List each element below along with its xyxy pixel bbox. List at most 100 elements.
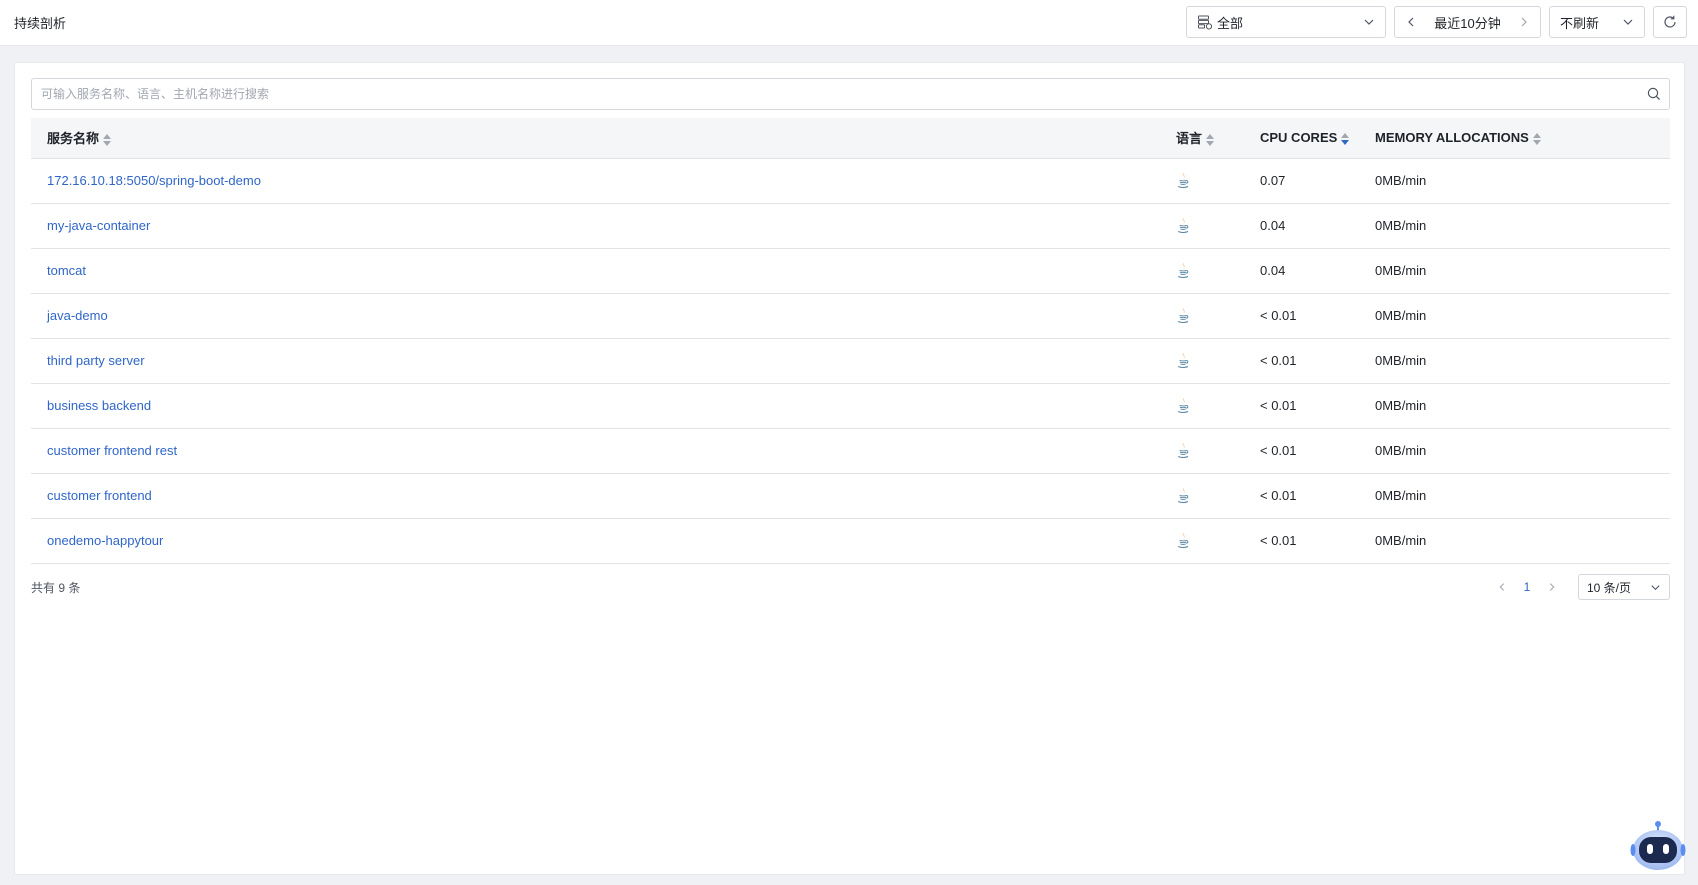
sort-icon[interactable] (103, 133, 112, 146)
auto-refresh-value: 不刷新 (1560, 15, 1600, 31)
pagination: 1 10 条/页 (1490, 574, 1670, 600)
next-page-button[interactable] (1540, 575, 1564, 599)
service-name-cell: customer frontend (31, 473, 1160, 519)
cpu-cores-cell: < 0.01 (1244, 428, 1359, 474)
cpu-cores-cell: < 0.01 (1244, 473, 1359, 519)
service-link[interactable]: java-demo (47, 308, 108, 323)
time-range-value: 最近10分钟 (1434, 15, 1501, 31)
auto-refresh-select[interactable]: 不刷新 (1549, 6, 1645, 38)
search-icon[interactable] (1639, 87, 1669, 101)
service-link[interactable]: business backend (47, 398, 151, 413)
table-row: java-demo < 0.01 0MB/min (31, 293, 1670, 339)
cpu-cores-cell: 0.04 (1244, 203, 1359, 249)
service-name-cell: tomcat (31, 248, 1160, 294)
table-row: my-java-container 0.04 0MB/min (31, 203, 1670, 249)
cpu-cores-cell: 0.04 (1244, 248, 1359, 294)
table-row: third party server < 0.01 0MB/min (31, 338, 1670, 384)
memory-allocations-cell: 0MB/min (1359, 473, 1670, 519)
language-cell (1160, 203, 1244, 249)
page-size-value: 10 条/页 (1587, 580, 1632, 595)
robot-assistant-icon[interactable] (1630, 818, 1686, 874)
table-row: customer frontend rest < 0.01 0MB/min (31, 428, 1670, 474)
prev-page-button[interactable] (1490, 575, 1514, 599)
service-link[interactable]: customer frontend (47, 488, 152, 503)
service-table: 服务名称 语言 CPU CORES MEMORY ALLOCATIONS 172… (31, 118, 1670, 564)
table-header-row: 服务名称 语言 CPU CORES MEMORY ALLOCATIONS (31, 118, 1670, 159)
java-icon (1177, 172, 1189, 188)
service-link[interactable]: onedemo-happytour (47, 533, 163, 548)
cpu-cores-cell: < 0.01 (1244, 293, 1359, 339)
sort-desc-icon[interactable] (1341, 132, 1350, 145)
service-link[interactable]: tomcat (47, 263, 86, 278)
cpu-cores-cell: 0.07 (1244, 158, 1359, 204)
service-name-cell: my-java-container (31, 203, 1160, 249)
time-range-picker[interactable]: 最近10分钟 (1394, 6, 1541, 38)
memory-allocations-cell: 0MB/min (1359, 158, 1670, 204)
service-link[interactable]: customer frontend rest (47, 443, 177, 458)
language-cell (1160, 383, 1244, 429)
java-icon (1177, 397, 1189, 413)
environment-select[interactable]: 全部 (1186, 6, 1386, 38)
database-icon (1198, 15, 1213, 30)
service-name-cell: business backend (31, 383, 1160, 429)
environment-select-value: 全部 (1217, 15, 1244, 31)
memory-allocations-cell: 0MB/min (1359, 428, 1670, 474)
language-cell (1160, 248, 1244, 294)
column-header-memory-allocations[interactable]: MEMORY ALLOCATIONS (1359, 118, 1670, 159)
language-cell (1160, 473, 1244, 519)
service-link[interactable]: my-java-container (47, 218, 150, 233)
cpu-cores-cell: < 0.01 (1244, 338, 1359, 384)
service-name-cell: java-demo (31, 293, 1160, 339)
chevron-down-icon (1651, 584, 1660, 590)
language-cell (1160, 518, 1244, 564)
table-row: business backend < 0.01 0MB/min (31, 383, 1670, 429)
memory-allocations-cell: 0MB/min (1359, 518, 1670, 564)
service-link[interactable]: third party server (47, 353, 145, 368)
memory-allocations-cell: 0MB/min (1359, 248, 1670, 294)
chevron-left-icon[interactable] (1405, 16, 1417, 28)
chevron-right-icon[interactable] (1518, 16, 1530, 28)
service-link[interactable]: 172.16.10.18:5050/spring-boot-demo (47, 173, 261, 188)
service-name-cell: onedemo-happytour (31, 518, 1160, 564)
sort-icon[interactable] (1532, 132, 1541, 145)
memory-allocations-cell: 0MB/min (1359, 338, 1670, 384)
cpu-cores-cell: < 0.01 (1244, 383, 1359, 429)
column-header-service-name[interactable]: 服务名称 (31, 118, 1160, 159)
table-footer: 共有 9 条 1 10 条/页 (31, 573, 1670, 601)
page-number-current[interactable]: 1 (1514, 580, 1540, 594)
java-icon (1177, 487, 1189, 503)
service-name-cell: 172.16.10.18:5050/spring-boot-demo (31, 158, 1160, 204)
java-icon (1177, 307, 1189, 323)
java-icon (1177, 217, 1189, 233)
language-cell (1160, 338, 1244, 384)
java-icon (1177, 532, 1189, 548)
table-row: tomcat 0.04 0MB/min (31, 248, 1670, 294)
table-row: 172.16.10.18:5050/spring-boot-demo 0.07 0M… (31, 158, 1670, 204)
column-header-language[interactable]: 语言 (1160, 118, 1244, 159)
chevron-down-icon (1623, 19, 1633, 25)
language-cell (1160, 428, 1244, 474)
table-row: customer frontend < 0.01 0MB/min (31, 473, 1670, 519)
service-name-cell: customer frontend rest (31, 428, 1160, 474)
cpu-cores-cell: < 0.01 (1244, 518, 1359, 564)
refresh-icon (1664, 15, 1676, 28)
total-count: 共有 9 条 (31, 580, 81, 595)
chevron-left-icon (1499, 583, 1505, 591)
chevron-down-icon (1364, 19, 1374, 25)
search-input[interactable] (32, 79, 1639, 109)
refresh-button[interactable] (1653, 6, 1687, 38)
memory-allocations-cell: 0MB/min (1359, 293, 1670, 339)
page-size-select[interactable]: 10 条/页 (1578, 574, 1670, 600)
column-header-cpu-cores[interactable]: CPU CORES (1244, 118, 1359, 159)
chevron-right-icon (1549, 583, 1555, 591)
service-list-card: 服务名称 语言 CPU CORES MEMORY ALLOCATIONS 172… (14, 62, 1685, 875)
table-row: onedemo-happytour < 0.01 0MB/min (31, 518, 1670, 564)
java-icon (1177, 442, 1189, 458)
language-cell (1160, 293, 1244, 339)
page-title: 持续剖析 (14, 16, 67, 31)
language-cell (1160, 158, 1244, 204)
memory-allocations-cell: 0MB/min (1359, 203, 1670, 249)
sort-icon[interactable] (1206, 133, 1215, 146)
search-box[interactable] (31, 78, 1670, 110)
top-header: 持续剖析 全部 最近10分钟 不刷新 (0, 0, 1698, 46)
